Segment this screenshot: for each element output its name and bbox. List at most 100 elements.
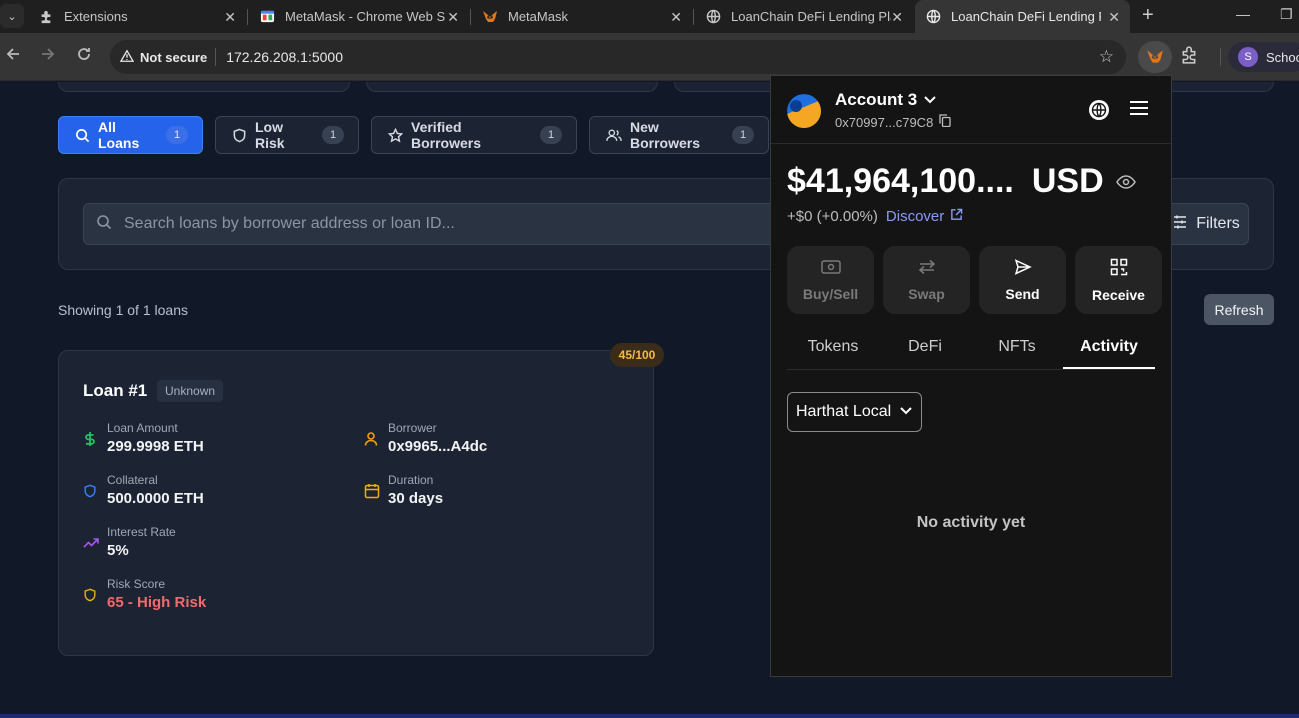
tab-loanchain-active[interactable]: LoanChain DeFi Lending Plat ✕ <box>915 0 1130 33</box>
account-address[interactable]: 0x70997...c79C8 <box>835 114 951 130</box>
globe-icon <box>925 9 941 25</box>
forward-button[interactable] <box>40 46 56 67</box>
hamburger-menu-icon[interactable] <box>1129 100 1149 121</box>
swap-icon <box>917 259 937 278</box>
close-icon[interactable]: ✕ <box>224 9 236 26</box>
refresh-button[interactable]: Refresh <box>1204 294 1274 325</box>
interest-rate-field: Interest Rate 5% <box>83 525 176 559</box>
close-icon[interactable]: ✕ <box>447 9 459 26</box>
filter-label: All Loans <box>98 119 140 151</box>
warning-icon <box>119 48 135 66</box>
filter-label: New Borrowers <box>630 119 701 151</box>
risk-score-field: Risk Score 65 - High Risk <box>83 577 206 611</box>
bookmark-star-icon[interactable]: ☆ <box>1099 47 1114 67</box>
filters-button[interactable]: Filters <box>1163 203 1249 245</box>
omnibox[interactable]: Not secure 172.26.208.1:5000 ☆ <box>110 40 1126 74</box>
stat-card <box>366 82 658 92</box>
send-icon <box>1014 258 1032 278</box>
profile-name: School <box>1266 49 1299 65</box>
swap-button[interactable]: Swap <box>883 246 970 314</box>
close-icon[interactable]: ✕ <box>1108 9 1120 26</box>
filter-count-badge: 1 <box>166 126 188 144</box>
account-avatar[interactable] <box>787 94 821 128</box>
extensions-button[interactable] <box>1180 46 1198 69</box>
bottom-edge <box>0 714 1299 718</box>
duration-field: Duration 30 days <box>364 473 443 507</box>
discover-link[interactable]: Discover <box>886 208 963 225</box>
reload-button[interactable] <box>76 46 92 67</box>
filter-verified-borrowers[interactable]: Verified Borrowers 1 <box>371 116 577 154</box>
tab-extensions[interactable]: Extensions ✕ <box>28 0 246 33</box>
score-badge: 45/100 <box>610 343 664 367</box>
user-icon <box>364 431 388 455</box>
chevron-down-icon <box>899 403 913 421</box>
account-selector[interactable]: Account 3 <box>835 90 937 110</box>
search-icon <box>75 128 90 143</box>
sliders-icon <box>1172 214 1188 235</box>
globe-icon <box>705 9 721 25</box>
restore-button[interactable]: ❐ <box>1280 6 1293 23</box>
filters-label: Filters <box>1196 215 1240 232</box>
metamask-extension-button[interactable] <box>1138 41 1172 73</box>
calendar-icon <box>364 483 388 507</box>
network-selector[interactable]: Harthat Local <box>787 392 923 432</box>
minimize-button[interactable]: — <box>1236 6 1250 22</box>
tab-chrome-web-store[interactable]: MetaMask - Chrome Web St ✕ <box>249 0 469 33</box>
metamask-header: Account 3 0x70997...c79C8 <box>771 76 1171 144</box>
back-button[interactable] <box>5 46 21 67</box>
tab-nfts[interactable]: NFTs <box>971 332 1063 369</box>
tab-search-button[interactable]: ⌄ <box>0 4 24 28</box>
send-button[interactable]: Send <box>979 246 1066 314</box>
loan-card[interactable]: 45/100 Loan #1 Unknown Loan Amount 299.9… <box>58 343 664 656</box>
status-badge: Unknown <box>157 380 224 402</box>
tab-tokens[interactable]: Tokens <box>787 332 879 369</box>
buy-sell-button[interactable]: Buy/Sell <box>787 246 874 314</box>
receive-button[interactable]: Receive <box>1075 246 1162 314</box>
avatar: S <box>1238 47 1258 67</box>
eye-icon[interactable] <box>1115 174 1136 189</box>
chevron-down-icon: ⌄ <box>7 10 17 23</box>
wallet-tabs: Tokens DeFi NFTs Activity <box>787 332 1155 370</box>
star-icon <box>388 127 403 143</box>
security-label[interactable]: Not secure <box>140 50 207 65</box>
tab-divider <box>693 9 694 25</box>
search-input[interactable] <box>124 215 764 233</box>
copy-icon[interactable] <box>939 114 951 130</box>
filter-count-badge: 1 <box>322 126 344 144</box>
new-tab-button[interactable]: + <box>1142 4 1154 27</box>
profile-button[interactable]: S School <box>1228 42 1299 72</box>
balance-amount: $41,964,100.... <box>787 162 1014 200</box>
search-icon <box>96 214 112 235</box>
empty-activity-message: No activity yet <box>916 514 1026 531</box>
url-text[interactable]: 172.26.208.1:5000 <box>226 49 343 65</box>
trending-up-icon <box>83 535 107 559</box>
webstore-icon <box>259 9 275 25</box>
globe-icon[interactable] <box>1089 100 1109 125</box>
filter-label: Verified Borrowers <box>411 119 482 151</box>
close-icon[interactable]: ✕ <box>891 9 903 26</box>
filter-count-badge: 1 <box>732 126 754 144</box>
shield-icon <box>232 128 247 143</box>
results-count: Showing 1 of 1 loans <box>58 302 188 318</box>
filter-all-loans[interactable]: All Loans 1 <box>58 116 203 154</box>
filter-count-badge: 1 <box>540 126 562 144</box>
filter-low-risk[interactable]: Low Risk 1 <box>215 116 359 154</box>
close-icon[interactable]: ✕ <box>670 9 682 26</box>
tab-metamask[interactable]: MetaMask ✕ <box>472 0 692 33</box>
balance-change: +$0 (+0.00%) Discover <box>787 208 963 225</box>
loan-amount-field: Loan Amount 299.9998 ETH <box>83 421 204 455</box>
toolbar-divider <box>1220 48 1221 66</box>
filter-new-borrowers[interactable]: New Borrowers 1 <box>589 116 769 154</box>
tab-divider <box>247 9 248 25</box>
balance-currency: USD <box>1031 162 1104 200</box>
metamask-fox-icon <box>482 9 498 25</box>
borrower-field: Borrower 0x9965...A4dc <box>364 421 487 455</box>
metamask-popup: Account 3 0x70997...c79C8 $41,964,100...… <box>770 75 1172 677</box>
collateral-field: Collateral 500.0000 ETH <box>83 473 204 507</box>
tab-activity[interactable]: Activity <box>1063 332 1155 369</box>
tab-defi[interactable]: DeFi <box>879 332 971 369</box>
tab-loanchain-1[interactable]: LoanChain DeFi Lending Plat ✕ <box>695 0 913 33</box>
search-box[interactable] <box>83 203 783 245</box>
loan-title: Loan #1 <box>83 381 148 400</box>
filter-label: Low Risk <box>255 119 285 151</box>
